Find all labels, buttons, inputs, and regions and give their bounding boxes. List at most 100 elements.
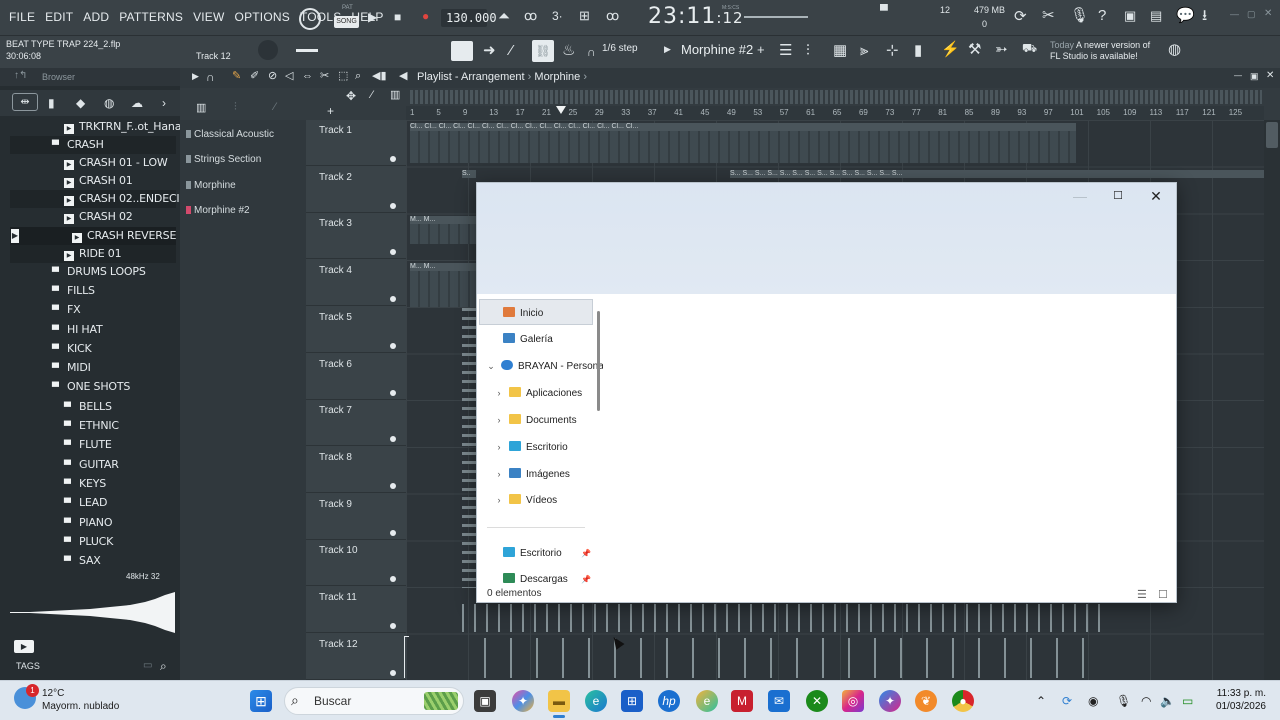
playlist-maximize-icon[interactable]: ▣	[1250, 72, 1259, 81]
add-pattern-icon[interactable]: +	[757, 43, 765, 56]
playlist-scrollbar[interactable]	[1264, 120, 1280, 680]
tray-wifi-icon[interactable]: ◠	[1141, 694, 1151, 708]
tool-zoom-icon[interactable]: ⌕	[355, 71, 361, 82]
add-track-icon[interactable]: +	[327, 105, 334, 117]
piano-icon[interactable]	[451, 41, 473, 61]
nav-item[interactable]: Escritorio	[503, 543, 621, 565]
edge-beta-icon[interactable]: e	[696, 690, 718, 712]
track-header[interactable]: Track 2	[306, 167, 406, 213]
browser-folder[interactable]: ▀ LEAD	[64, 494, 107, 512]
browser-folder[interactable]: ▀ FILLS	[52, 282, 95, 300]
picker-audio-icon[interactable]: ⫶	[234, 102, 237, 113]
chat-icon[interactable]: 💬	[1176, 8, 1195, 23]
chevron-down-icon[interactable]: ⌄	[485, 355, 497, 377]
snap-selector[interactable]: 1/6 step	[602, 43, 638, 54]
track-header[interactable]: Track 5	[306, 307, 406, 353]
store-icon[interactable]: ⊞	[621, 690, 643, 712]
playlist-scroll-thumb[interactable]	[1266, 122, 1278, 148]
clip-strings-track1[interactable]: Cl... Cl... Cl... Cl... Cl... Cl... Cl..…	[410, 123, 1076, 131]
download-icon[interactable]: ⭳	[1202, 8, 1207, 23]
browser-folder[interactable]: ▀ HI HAT	[52, 321, 103, 339]
browser-file[interactable]: ▶ CRASH 01	[64, 172, 133, 190]
track-pan-slider[interactable]	[296, 49, 318, 52]
tray-mic-icon[interactable]: 🎙	[1116, 694, 1131, 708]
chevron-right-icon[interactable]: ›	[493, 436, 505, 458]
dialog-close-icon[interactable]: ✕	[1137, 185, 1175, 207]
browser-file-icon[interactable]: ▮	[48, 96, 55, 110]
browser-file[interactable]: ▶ CRASH REVERSE	[72, 227, 176, 245]
browser-search-icon[interactable]: ⌕	[160, 660, 167, 672]
stop-icon[interactable]: ■	[394, 11, 401, 23]
browser-folder[interactable]: ▀ SAX	[64, 552, 101, 570]
copilot-icon[interactable]: ✦	[512, 690, 534, 712]
menu-view[interactable]: VIEW	[188, 10, 229, 24]
track-mute-toggle[interactable]	[390, 436, 396, 443]
outlook-icon[interactable]: ✉	[768, 690, 790, 712]
playlist-magnet-icon[interactable]: ∩	[206, 71, 215, 83]
task-view-icon[interactable]: ▣	[474, 690, 496, 712]
track-mute-toggle[interactable]	[390, 529, 396, 536]
chevron-right-icon[interactable]: ›	[493, 409, 505, 431]
picker-item[interactable]: Classical Acoustic	[186, 126, 298, 144]
track-edit-icon[interactable]: ⁄	[371, 90, 373, 101]
pin-icon[interactable]: 📌	[581, 549, 591, 558]
window-minimize-icon[interactable]: —	[1230, 10, 1239, 19]
magnet-icon[interactable]: ∩	[587, 46, 596, 58]
nav-item[interactable]: › Vídeos	[493, 489, 611, 511]
tree-play-icon[interactable]: ▶	[11, 229, 19, 243]
timeline-ruler[interactable]: 1 5 9 13 17 21 25 29 33 37 41 45 49 53 57 61 65 69 73 77 81 8…	[406, 106, 1264, 120]
plug-icon[interactable]: ⚡	[941, 42, 960, 57]
nav-item[interactable]: Galería	[503, 329, 621, 351]
track-header[interactable]: Track 3	[306, 213, 406, 260]
picker-piano-icon[interactable]: ▥	[196, 103, 206, 114]
clip-audio-tracks5-10[interactable]	[462, 308, 476, 588]
picker-auto-icon[interactable]: ⁄	[274, 102, 276, 113]
link-icon[interactable]: ⛓	[532, 40, 554, 62]
browser-folder[interactable]: ▀ MIDI	[52, 359, 91, 377]
chevron-right-icon[interactable]: ›	[493, 463, 505, 485]
nav-scrollbar[interactable]	[597, 311, 600, 411]
track-mute-toggle[interactable]	[390, 623, 396, 629]
track-header[interactable]: Track 8	[306, 447, 406, 493]
chrome-icon[interactable]: ●	[952, 690, 974, 712]
browser-cloud-icon[interactable]: ☁	[131, 96, 143, 110]
track-volume-knob-icon[interactable]	[258, 40, 278, 60]
details-view-icon[interactable]: ☰	[1137, 588, 1147, 601]
play-icon[interactable]: ▶	[368, 11, 377, 23]
menu-options[interactable]: OPTIONS	[230, 10, 295, 24]
clip-morphine-track2-a[interactable]: S..	[462, 170, 476, 178]
browser-folder[interactable]: ▀ KICK	[52, 340, 92, 358]
track-mute-toggle[interactable]	[390, 669, 396, 676]
track-header[interactable]: Track 1	[306, 120, 406, 166]
browser-folder[interactable]: ▀ KEYS	[64, 475, 106, 493]
chevron-right-icon[interactable]: ›	[493, 489, 505, 511]
export-icon[interactable]: ▤	[1150, 9, 1162, 22]
nav-item[interactable]: ⌄ BRAYAN - Personal	[485, 355, 603, 377]
song-position-slider[interactable]	[744, 16, 808, 18]
song-mode-toggle[interactable]: SONG	[334, 16, 359, 28]
weather-widget[interactable]: 12°C Mayorm. nublado	[42, 687, 119, 713]
pattern-arrow-icon[interactable]: ▶	[664, 45, 671, 54]
microphone-icon[interactable]: 🎙	[1070, 8, 1089, 23]
tray-volume-icon[interactable]: 🔈	[1160, 694, 1175, 708]
browser-next-icon[interactable]: ›	[162, 96, 166, 110]
menu-file[interactable]: FILE	[4, 10, 40, 24]
dialog-maximize-icon[interactable]: ☐	[1099, 185, 1137, 207]
clip-outline-track12[interactable]	[404, 636, 409, 678]
clip-morphine-track4[interactable]: M... M...	[410, 263, 476, 271]
wrench-icon[interactable]: ⚒	[968, 42, 981, 57]
track-mute-toggle[interactable]	[390, 249, 396, 256]
browser-folder[interactable]: ▀ BELLS	[64, 398, 112, 416]
nav-item[interactable]: Inicio	[503, 303, 621, 325]
picker-item[interactable]: Strings Section	[186, 151, 298, 169]
loop-record-icon[interactable]: ꝏ	[606, 9, 619, 22]
nav-item[interactable]: › Imágenes	[493, 463, 611, 485]
record-icon[interactable]: ●	[422, 10, 429, 22]
pencil-icon[interactable]: ⁄	[510, 43, 513, 58]
track-mute-toggle[interactable]	[390, 296, 396, 303]
tool-slice-icon[interactable]: ✂	[320, 71, 329, 82]
tool-paint-icon[interactable]: ✐	[250, 71, 259, 82]
eq-icon[interactable]: ⫸	[860, 43, 868, 58]
clip-pattern-track4[interactable]	[410, 271, 476, 307]
playlist-speaker-icon[interactable]: ◀	[399, 71, 407, 82]
